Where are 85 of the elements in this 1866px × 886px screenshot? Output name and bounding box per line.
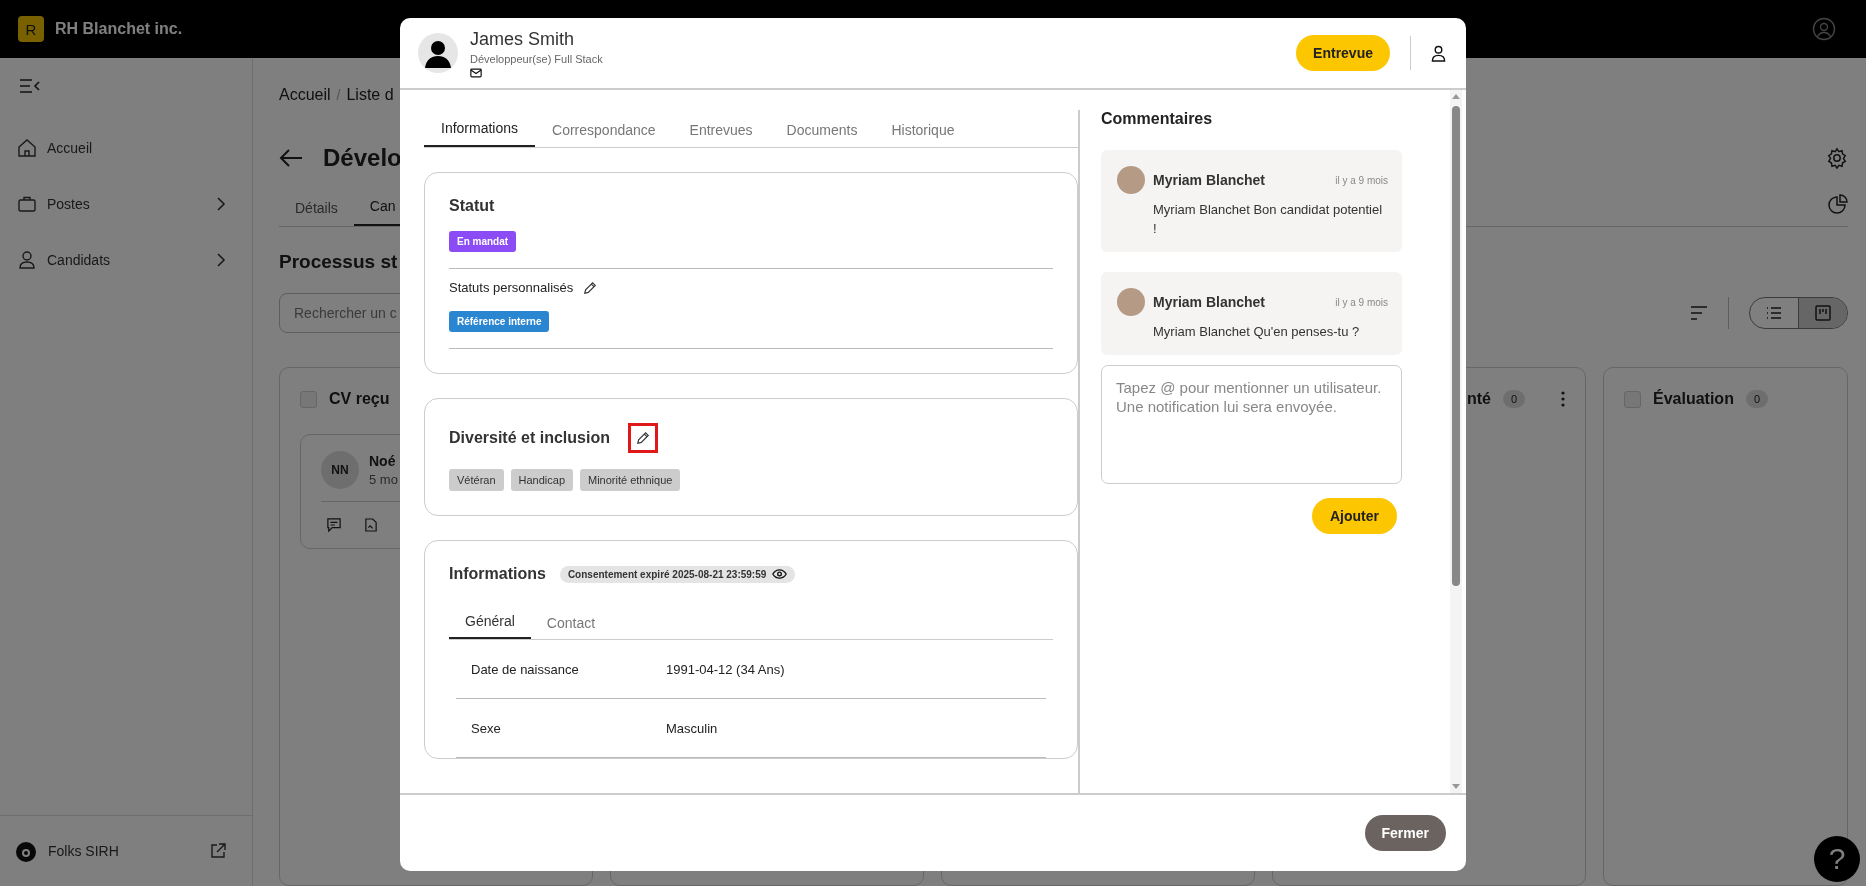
comments-title: Commentaires [1101,110,1214,128]
back-arrow-icon[interactable] [279,148,303,168]
breadcrumb-separator: / [336,87,341,103]
dialog-tab[interactable]: Correspondance [535,122,673,147]
interview-button[interactable]: Entrevue [1296,35,1390,71]
collapse-menu-icon[interactable] [19,78,41,94]
sort-icon[interactable] [1690,306,1708,320]
pie-chart-icon[interactable] [1828,194,1848,214]
column-checkbox[interactable] [1624,390,1641,408]
comment-field[interactable]: Tapez @ pour mentionner un utilisateur. Une notification lui sera envoyée. [1101,365,1402,484]
candidate-name: Noé [369,453,397,469]
brand-name: RH Blanchet inc. [55,20,183,38]
board-view-button[interactable] [1798,298,1847,328]
avatar-silhouette [418,33,458,73]
column-checkbox[interactable] [300,390,317,408]
help-button[interactable]: ? [1814,836,1860,882]
column-title: nté [1467,390,1491,408]
briefcase-icon [17,194,37,214]
edit-icon [635,431,650,445]
avatar-initials: NN [321,451,359,489]
comment-text: Myriam Blanchet Qu'en penses-tu ? [1153,323,1361,341]
mail-icon[interactable] [470,67,482,78]
card-title: Diversité et inclusion [449,429,610,447]
scrollbar[interactable] [1450,90,1462,793]
count-badge: 0 [1503,390,1526,408]
sidebar-item[interactable]: Candidats [0,232,252,288]
document-icon[interactable] [365,518,377,532]
edit-icon[interactable] [583,280,598,295]
close-button[interactable]: Fermer [1364,815,1446,851]
breadcrumb-link[interactable]: Liste d [346,86,394,104]
diversity-tag: Vétéran [449,469,504,491]
footer-link-text[interactable]: Folks SIRH [48,843,119,859]
comment-author: Myriam Blanchet [1153,172,1266,188]
edit-button[interactable] [627,423,658,453]
diversity-tag: Handicap [510,469,573,491]
card-title: Informations [449,565,546,583]
settings-icon[interactable] [1826,147,1848,169]
column-title: CV reçu [329,390,390,408]
comment-author: Myriam Blanchet [1153,294,1266,310]
candidate-role: Développeur(se) Full Stack [470,52,603,65]
board-icon [1815,305,1831,321]
candidate-name: James Smith [470,28,575,50]
list-icon [1766,307,1782,319]
card-title: Statut [449,197,496,215]
status-tag: En mandat [449,231,517,252]
info-tab[interactable]: Contact [530,615,612,639]
breadcrumb-link[interactable]: Accueil [279,86,331,104]
page-title: Dévelo [323,144,402,172]
sidebar-item[interactable]: Accueil [0,120,252,176]
custom-status-tag: Référence interne [449,311,550,332]
field-label: Date de naissance [471,661,580,677]
section-title: Processus st [279,251,399,273]
custom-status-label: Statuts personnalisés [449,280,574,295]
eye-icon[interactable] [772,569,788,579]
avatar-photo [1117,166,1145,194]
comment-time: il y a 9 mois [1335,296,1388,308]
page-tab[interactable]: Détails [279,200,354,226]
dialog-tab[interactable]: Entrevues [672,122,770,147]
consent-text: Consentement expiré 2025-08-21 23:59:59 [567,568,767,580]
column-title: Évaluation [1653,390,1734,408]
add-comment-button[interactable]: Ajouter [1312,498,1397,534]
diversity-tag: Minorité ethnique [580,469,681,491]
field-label: Sexe [471,720,502,736]
more-options-icon[interactable] [1561,391,1565,407]
person-icon [17,250,37,270]
avatar-photo [1117,288,1145,316]
comment-text: Myriam Blanchet Bon candidat potentiel ! [1153,201,1384,238]
person-icon[interactable] [1431,44,1446,62]
home-icon [17,138,37,158]
logo-icon: R [18,16,44,42]
folks-logo-icon [14,839,38,863]
comment-icon[interactable] [327,518,341,532]
dialog-tab[interactable]: Historique [874,122,972,147]
chevron-right-icon [216,196,226,212]
dialog-tab[interactable]: Documents [769,122,875,147]
dialog-tab[interactable]: Informations [424,120,536,147]
chevron-right-icon [216,252,226,268]
field-value: Masculin [666,720,718,736]
external-link-icon[interactable] [210,843,226,859]
candidate-meta: 5 mo [369,472,398,487]
comment-time: il y a 9 mois [1335,174,1388,186]
count-badge: 0 [1745,390,1769,408]
sidebar-item[interactable]: Postes [0,176,252,232]
info-tab[interactable]: Général [449,613,531,639]
field-value: 1991-04-12 (34 Ans) [666,661,785,677]
